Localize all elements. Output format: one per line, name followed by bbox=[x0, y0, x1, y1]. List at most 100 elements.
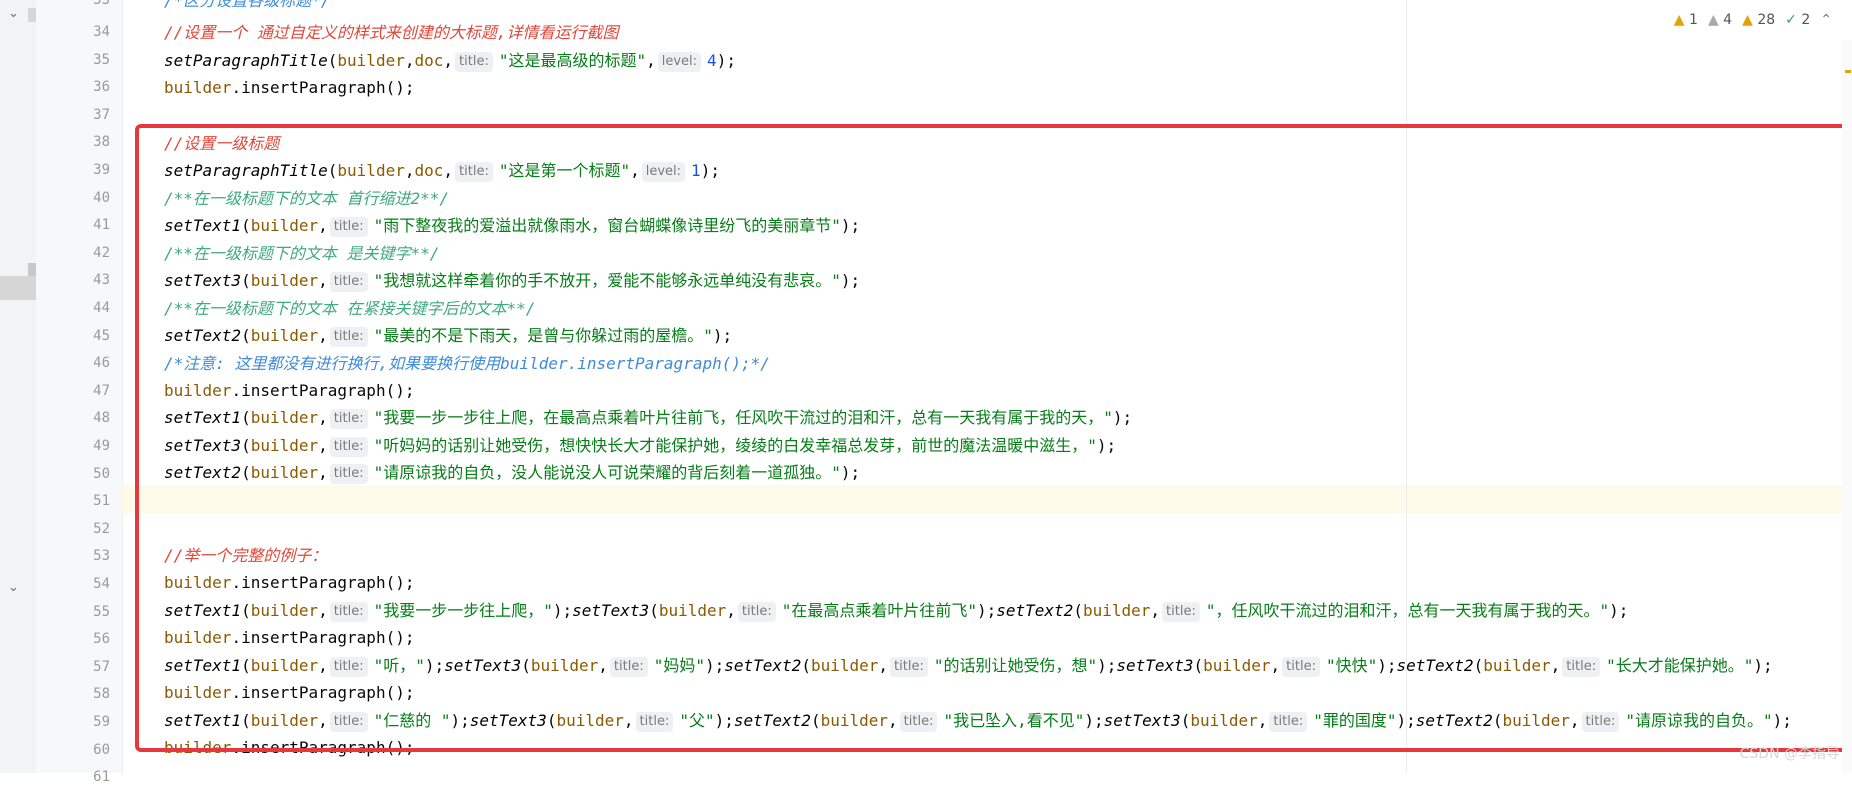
weak-warning-count-value: 4 bbox=[1723, 12, 1733, 28]
doc-comment: /**在一级标题下的文本 首行缩进2**/ bbox=[164, 189, 450, 208]
variable: builder bbox=[164, 78, 232, 97]
parameter-hint: title: bbox=[329, 711, 368, 732]
line-number: 36 bbox=[93, 79, 110, 95]
code-line-50[interactable]: setText2(builder, title: "请原谅我的自负，没人能说没人可说… bbox=[164, 459, 860, 487]
method-call: setParagraphTitle bbox=[164, 51, 328, 70]
string-literal: "请原谅我的自负，没人能说没人可说荣耀的背后刻着一道孤独。" bbox=[373, 463, 841, 482]
method-call: insertParagraph bbox=[241, 738, 386, 757]
code-line-57[interactable]: setText1(builder, title: "听，");setText3(bu… bbox=[164, 652, 1773, 680]
block-comment: /*区分设置各级标题*/ bbox=[164, 0, 331, 10]
code-line-36[interactable]: builder.insertParagraph(); bbox=[164, 74, 414, 102]
line-number: 61 bbox=[93, 769, 110, 785]
code-line-47[interactable]: builder.insertParagraph(); bbox=[164, 377, 414, 405]
method-call: setText3 bbox=[164, 436, 242, 455]
code-line-60[interactable]: builder.insertParagraph(); bbox=[164, 734, 414, 762]
check-icon: ✓ bbox=[1785, 12, 1797, 28]
code-line-35[interactable]: setParagraphTitle(builder,doc, title: "这是最… bbox=[164, 47, 736, 75]
line-comment: //设置一个 通过自定义的样式来创建的大标题,详情看运行截图 bbox=[164, 23, 619, 42]
line-number: 49 bbox=[93, 438, 110, 454]
line-number: 45 bbox=[93, 328, 110, 344]
variable: builder bbox=[164, 738, 232, 757]
parameter-hint: level: bbox=[657, 51, 702, 72]
parameter-hint: title: bbox=[329, 656, 368, 677]
parameter-hint: title: bbox=[455, 161, 493, 182]
string-literal: "父" bbox=[679, 711, 715, 730]
parameter-hint: title: bbox=[890, 656, 928, 677]
line-number-gutter: 33 34 35 36 37 38 39 40 41 42 43 44 45 46 47 48 49 50 51 52… bbox=[36, 0, 123, 785]
line-number: 47 bbox=[93, 383, 110, 399]
code-line-38[interactable]: //设置一级标题 bbox=[164, 130, 279, 158]
string-literal: "，任风吹干流过的泪和汗，总有一天我有属于我的天。" bbox=[1205, 601, 1610, 620]
block-comment: /*注意: 这里都没有进行换行,如果要换行使用builder.insertPar… bbox=[164, 354, 770, 373]
method-call: setText2 bbox=[733, 711, 811, 730]
method-call: insertParagraph bbox=[241, 573, 386, 592]
code-line-33[interactable]: /*区分设置各级标题*/ bbox=[164, 0, 331, 15]
method-call: setText3 bbox=[1116, 656, 1194, 675]
side-marker bbox=[28, 8, 36, 22]
parameter-hint: title: bbox=[737, 601, 776, 622]
method-call: setText3 bbox=[164, 271, 242, 290]
line-number: 38 bbox=[93, 134, 110, 150]
code-line-48[interactable]: setText1(builder, title: "我要一步一步往上爬，在最高点乘着… bbox=[164, 404, 1132, 432]
scroll-marker bbox=[1845, 70, 1851, 73]
line-comment: //设置一级标题 bbox=[164, 134, 280, 153]
method-call: setText3 bbox=[1103, 711, 1181, 730]
parameter-hint: title: bbox=[329, 408, 368, 429]
error-count[interactable]: ▲ 1 bbox=[1674, 12, 1698, 28]
inspection-widget[interactable]: ▲ 1 ▲ 4 ▲ 28 ✓ 2 ⌃ bbox=[1674, 12, 1832, 28]
code-line-49[interactable]: setText3(builder, title: "听妈妈的话别让她受伤，想快快长大… bbox=[164, 432, 1116, 460]
line-number: 46 bbox=[93, 355, 110, 371]
code-editor[interactable]: /*区分设置各级标题*/ //设置一个 通过自定义的样式来创建的大标题,详情看运… bbox=[122, 0, 1852, 773]
method-call: setText3 bbox=[572, 601, 650, 620]
line-number: 40 bbox=[93, 190, 110, 206]
code-line-40[interactable]: /**在一级标题下的文本 首行缩进2**/ bbox=[164, 185, 449, 213]
code-line-39[interactable]: setParagraphTitle(builder,doc, title: "这是第… bbox=[164, 157, 720, 185]
code-line-54[interactable]: builder.insertParagraph(); bbox=[164, 569, 414, 597]
code-line-41[interactable]: setText1(builder, title: "雨下整夜我的爱溢出就像雨水，窗台… bbox=[164, 212, 860, 240]
method-call: setText1 bbox=[164, 601, 242, 620]
line-number: 50 bbox=[93, 466, 110, 482]
line-number: 52 bbox=[93, 521, 110, 537]
watermark: CSDN @李指导 bbox=[1739, 746, 1840, 762]
variable: builder bbox=[164, 628, 232, 647]
side-selection-block bbox=[0, 276, 36, 300]
line-number: 51 bbox=[93, 493, 110, 509]
code-line-56[interactable]: builder.insertParagraph(); bbox=[164, 624, 414, 652]
string-literal: "长大才能保护她。" bbox=[1606, 656, 1754, 675]
typo-count[interactable]: ✓ 2 bbox=[1785, 12, 1810, 28]
code-line-46[interactable]: /*注意: 这里都没有进行换行,如果要换行使用builder.insertPar… bbox=[164, 350, 770, 378]
weak-warning-count[interactable]: ▲ 4 bbox=[1708, 12, 1732, 28]
code-line-42[interactable]: /**在一级标题下的文本 是关键字**/ bbox=[164, 240, 439, 268]
string-literal: "的话别让她受伤，想" bbox=[933, 656, 1098, 675]
method-call: setText1 bbox=[164, 408, 242, 427]
code-line-59[interactable]: setText1(builder, title: "仁慈的 ");setText3(… bbox=[164, 707, 1792, 735]
project-side-strip: ⌄ ⌄ bbox=[0, 0, 37, 773]
code-line-55[interactable]: setText1(builder, title: "我要一步一步往上爬，");set… bbox=[164, 597, 1628, 625]
parameter-hint: level: bbox=[641, 161, 686, 182]
code-line-43[interactable]: setText3(builder, title: "我想就这样牵着你的手不放开，爱能… bbox=[164, 267, 860, 295]
method-call: setParagraphTitle bbox=[164, 161, 328, 180]
method-call: setText1 bbox=[164, 216, 242, 235]
variable: builder bbox=[164, 683, 232, 702]
code-line-34[interactable]: //设置一个 通过自定义的样式来创建的大标题,详情看运行截图 bbox=[164, 19, 619, 47]
chevron-up-icon[interactable]: ⌃ bbox=[1820, 12, 1832, 28]
code-line-45[interactable]: setText2(builder, title: "最美的不是下雨天，是曾与你躲过雨… bbox=[164, 322, 732, 350]
method-call: setText2 bbox=[996, 601, 1074, 620]
chevron-down-icon[interactable]: ⌄ bbox=[8, 580, 19, 595]
line-number: 43 bbox=[93, 272, 110, 288]
variable: builder bbox=[164, 381, 232, 400]
string-literal: "快快" bbox=[1325, 656, 1378, 675]
parameter-hint: title: bbox=[329, 463, 368, 484]
warning-triangle-icon: ▲ bbox=[1742, 12, 1753, 28]
chevron-down-icon[interactable]: ⌄ bbox=[8, 6, 19, 21]
string-literal: "听，" bbox=[373, 656, 425, 675]
warning-count[interactable]: ▲ 28 bbox=[1742, 12, 1775, 28]
number-literal: 1 bbox=[691, 161, 701, 180]
string-literal: "请原谅我的自负。" bbox=[1625, 711, 1773, 730]
parameter-hint: title: bbox=[609, 656, 648, 677]
editor-scrollbar[interactable] bbox=[1842, 40, 1852, 773]
code-line-53[interactable]: //举一个完整的例子： bbox=[164, 542, 327, 570]
parameter-hint: title: bbox=[1581, 711, 1620, 732]
code-line-58[interactable]: builder.insertParagraph(); bbox=[164, 679, 414, 707]
code-line-44[interactable]: /**在一级标题下的文本 在紧接关键字后的文本**/ bbox=[164, 295, 535, 323]
